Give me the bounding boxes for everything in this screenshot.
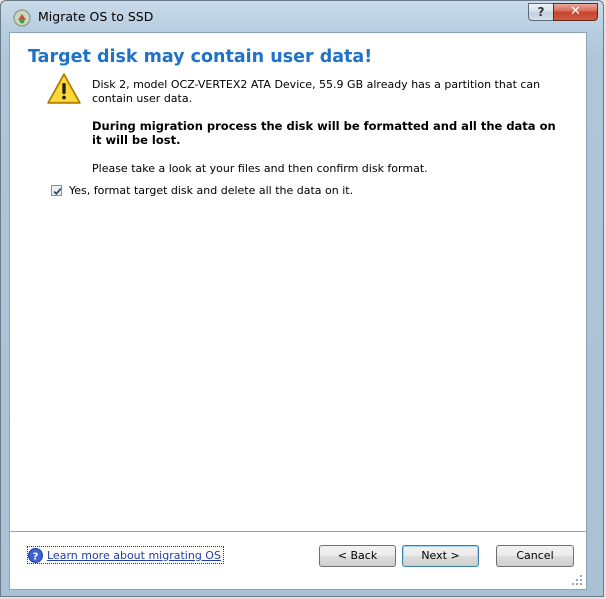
help-button[interactable]: ? bbox=[528, 3, 553, 21]
window-title: Migrate OS to SSD bbox=[38, 9, 154, 24]
wizard-content: Target disk may contain user data! Disk … bbox=[9, 32, 587, 532]
warning-icon bbox=[47, 73, 81, 104]
format-confirm-row[interactable]: Yes, format target disk and delete all t… bbox=[51, 184, 353, 197]
back-button[interactable]: < Back bbox=[319, 545, 396, 567]
app-icon bbox=[13, 9, 31, 27]
checkmark-icon bbox=[53, 188, 62, 195]
title-bar[interactable]: Migrate OS to SSD ? ✕ bbox=[1, 1, 603, 33]
cancel-button[interactable]: Cancel bbox=[496, 545, 574, 567]
learn-more-link[interactable]: ? Learn more about migrating OS bbox=[27, 546, 224, 564]
close-button[interactable]: ✕ bbox=[553, 3, 598, 21]
resize-grip-icon[interactable] bbox=[571, 574, 583, 586]
format-warning: During migration process the disk will b… bbox=[92, 119, 556, 147]
help-circle-icon: ? bbox=[28, 547, 43, 563]
wizard-footer: ? Learn more about migrating OS < Back N… bbox=[9, 532, 587, 590]
partition-message: Disk 2, model OCZ-VERTEX2 ATA Device, 55… bbox=[92, 78, 541, 105]
confirm-instruction: Please take a look at your files and the… bbox=[92, 162, 428, 175]
svg-text:?: ? bbox=[33, 551, 39, 562]
next-button[interactable]: Next > bbox=[402, 545, 479, 567]
learn-more-text[interactable]: Learn more about migrating OS bbox=[47, 549, 221, 562]
migrate-os-window: Migrate OS to SSD ? ✕ Target disk may co… bbox=[0, 0, 604, 597]
caption-buttons: ? ✕ bbox=[528, 3, 598, 21]
format-confirm-label[interactable]: Yes, format target disk and delete all t… bbox=[69, 184, 353, 197]
page-heading: Target disk may contain user data! bbox=[28, 47, 373, 67]
format-confirm-checkbox[interactable] bbox=[51, 185, 62, 196]
